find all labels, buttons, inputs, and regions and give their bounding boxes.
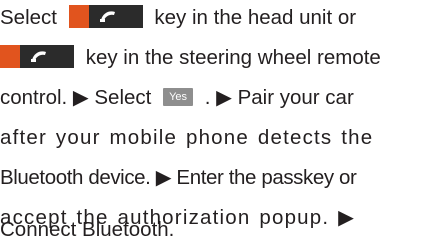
key-accent xyxy=(68,5,89,29)
key-accent xyxy=(0,45,20,69)
line-3: control. ▶ Select Yes . ▶ Pair your car xyxy=(0,83,354,113)
line-5: Bluetooth device. ▶ Enter the passkey or xyxy=(0,163,357,193)
line-2: key in the steering wheel remote xyxy=(0,43,381,73)
line-1: Select key in the head unit or xyxy=(0,3,356,33)
text-after-detects: after your mobile phone detects the xyxy=(0,126,374,149)
text-steering: key in the steering wheel remote xyxy=(85,46,381,69)
call-key-steering xyxy=(0,45,74,69)
phone-handset-icon xyxy=(31,51,46,63)
instruction-paragraph: Select key in the head unit or key in th… xyxy=(0,0,429,247)
call-key-head-unit xyxy=(68,5,143,29)
phone-handset-icon xyxy=(99,11,115,23)
text-connect-bluetooth: Connect Bluetooth. xyxy=(0,218,175,241)
yes-button[interactable]: Yes xyxy=(163,87,194,106)
text-control-select: control. ▶ Select xyxy=(0,86,152,109)
line-7: Connect Bluetooth. xyxy=(0,215,174,245)
line-4: after your mobile phone detects the xyxy=(0,123,373,153)
text-head-unit: key in the head unit or xyxy=(154,6,357,29)
text-select: Select xyxy=(0,6,57,29)
text-enter-passkey: Bluetooth device. ▶ Enter the passkey or xyxy=(0,166,357,189)
text-pair-car: . ▶ Pair your car xyxy=(204,86,354,109)
